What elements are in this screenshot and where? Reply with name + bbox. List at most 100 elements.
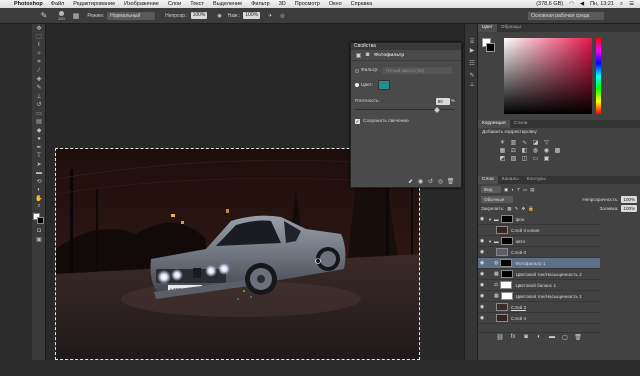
type-tool-icon[interactable]: T xyxy=(32,152,46,161)
marquee-tool-icon[interactable]: ⬚ xyxy=(32,33,46,42)
channel-mixer-icon[interactable]: ◉ xyxy=(542,146,551,154)
tab-swatches[interactable]: Образцы xyxy=(497,24,525,32)
layer-row[interactable]: Слой 3 копия xyxy=(478,225,600,236)
menu-image[interactable]: Изображение xyxy=(124,1,159,7)
delete-icon[interactable]: 🗑 xyxy=(446,177,455,185)
layer-row[interactable]: ◉ ▦ Цветовой тон/Насыщенность 1 xyxy=(478,291,600,302)
menu-type[interactable]: Текст xyxy=(190,1,204,7)
dodge-tool-icon[interactable]: ● xyxy=(32,135,46,144)
invert-icon[interactable]: ◩ xyxy=(498,154,507,162)
color-field[interactable] xyxy=(504,38,592,114)
lock-position-icon[interactable]: ✥ xyxy=(521,206,525,212)
layer-opacity-field[interactable]: 100% xyxy=(621,196,637,203)
wifi-icon[interactable]: ◠ xyxy=(569,1,574,7)
workspace-dropdown[interactable]: Основная рабочая среда xyxy=(528,11,604,20)
zoom-tool-icon[interactable]: ⌕ xyxy=(32,203,46,212)
tab-color[interactable]: Цвет xyxy=(478,24,497,32)
crop-tool-icon[interactable]: ⌗ xyxy=(32,58,46,67)
tab-layers[interactable]: Слои xyxy=(478,176,498,184)
clip-to-layer-icon[interactable]: ⬋ xyxy=(406,177,415,185)
link-layers-icon[interactable]: ⛓ xyxy=(496,333,505,341)
layer-row[interactable]: ◉ ▼ ▬ авто xyxy=(478,236,600,247)
blend-mode-dropdown[interactable]: Обычные xyxy=(481,196,513,203)
app-menu[interactable]: Photoshop xyxy=(14,1,43,7)
visibility-eye-icon[interactable]: ◉ xyxy=(478,315,486,321)
list-icon[interactable]: ☰ xyxy=(629,1,634,7)
filter-pixel-icon[interactable]: ▣ xyxy=(504,187,508,193)
path-select-tool-icon[interactable]: ➤ xyxy=(32,160,46,169)
layer-row[interactable]: ◉ ⚖ Цветовой баланс 1 xyxy=(478,280,600,291)
screen-mode-icon[interactable]: ▣ xyxy=(32,236,46,245)
gradient-tool-icon[interactable]: ▤ xyxy=(32,118,46,127)
menu-file[interactable]: Файл xyxy=(51,1,65,7)
menu-filter[interactable]: Фильтр xyxy=(251,1,269,7)
levels-icon[interactable]: ▥ xyxy=(509,138,518,146)
history-brush-tool-icon[interactable]: ↺ xyxy=(32,101,46,110)
pressure-opacity-icon[interactable]: ◉ xyxy=(217,13,221,19)
history-panel-icon[interactable]: ⌸ xyxy=(465,38,479,47)
layer-mask-thumb[interactable] xyxy=(500,215,513,223)
menu-help[interactable]: Справка xyxy=(351,1,373,7)
preserve-luminosity-checkbox[interactable]: ✓ xyxy=(355,119,360,124)
new-adjustment-icon[interactable]: ◐ xyxy=(535,333,544,341)
photo-filter-icon[interactable]: ◍ xyxy=(531,146,540,154)
add-mask-icon[interactable]: ◙ xyxy=(522,333,531,341)
camera-tool-icon[interactable]: ◐ xyxy=(32,186,46,195)
visibility-eye-icon[interactable]: ◉ xyxy=(478,260,486,266)
background-color[interactable] xyxy=(37,217,44,224)
search-icon[interactable]: ⌕ xyxy=(620,1,623,8)
threshold-icon[interactable]: ◫ xyxy=(520,154,529,162)
clock[interactable]: Пн, 13:21 xyxy=(590,1,614,7)
menu-select[interactable]: Выделение xyxy=(213,1,242,7)
color-balance-icon[interactable]: ⚖ xyxy=(509,146,518,154)
bg-color-chip[interactable] xyxy=(486,43,495,52)
curves-icon[interactable]: ∿ xyxy=(520,138,529,146)
visibility-eye-icon[interactable]: ◉ xyxy=(478,238,486,244)
move-tool-icon[interactable]: ✥ xyxy=(32,24,46,33)
layer-row[interactable]: ◉ Слой 4 xyxy=(478,313,600,324)
filter-smart-icon[interactable]: ▤ xyxy=(530,187,534,193)
layer-mask-thumb[interactable] xyxy=(500,259,513,267)
volume-icon[interactable]: ◀ xyxy=(580,1,584,7)
menu-edit[interactable]: Редактирование xyxy=(73,1,115,7)
mode-dropdown[interactable]: Нормальный xyxy=(107,11,156,20)
collapse-triangle-icon[interactable]: ▼ xyxy=(488,239,492,244)
stamp-tool-icon[interactable]: ⊥ xyxy=(32,92,46,101)
layer-row[interactable]: ◉ ▼ ▬ фон xyxy=(478,214,600,225)
black-white-icon[interactable]: ◧ xyxy=(520,146,529,154)
lock-all-icon[interactable]: 🔒 xyxy=(528,206,534,212)
brush-panel-icon[interactable]: ▦ xyxy=(73,12,80,20)
visibility-icon[interactable]: ◎ xyxy=(436,177,445,185)
clone-panel-icon[interactable]: ⊥ xyxy=(465,80,479,89)
new-layer-icon[interactable]: ▢ xyxy=(561,333,570,341)
visibility-eye-icon[interactable]: ◉ xyxy=(478,304,486,310)
flow-field[interactable]: 100% xyxy=(243,12,261,19)
layer-style-icon[interactable]: fx xyxy=(509,333,518,341)
layer-row[interactable]: ◉ Слой 3 xyxy=(478,302,600,313)
layer-row[interactable]: ◉ ▦ Цветовой тон/Насыщенность 2 xyxy=(478,269,600,280)
visibility-eye-icon[interactable]: ◉ xyxy=(478,271,486,277)
visibility-eye-icon[interactable]: ◉ xyxy=(478,293,486,299)
filter-radio[interactable] xyxy=(355,68,359,73)
3d-tool-icon[interactable]: ⟲ xyxy=(32,177,46,186)
properties-panel-icon[interactable]: ☷ xyxy=(465,59,479,68)
properties-title[interactable]: Свойства xyxy=(351,43,461,50)
eraser-tool-icon[interactable]: ▭ xyxy=(32,109,46,118)
pen-tool-icon[interactable]: ✒ xyxy=(32,143,46,152)
delete-layer-icon[interactable]: 🗑 xyxy=(574,333,583,341)
blur-tool-icon[interactable]: ◆ xyxy=(32,126,46,135)
quick-mask-icon[interactable]: ◘ xyxy=(32,227,46,236)
pressure-size-icon[interactable]: ◎ xyxy=(280,13,284,19)
menu-window[interactable]: Окно xyxy=(329,1,342,7)
menu-3d[interactable]: 3D xyxy=(279,1,286,7)
tab-channels[interactable]: Каналы xyxy=(498,176,523,184)
mask-icon[interactable]: ◙ xyxy=(363,51,372,59)
layer-row-selected[interactable]: ◉ ◍ Фотофильтр 1 xyxy=(478,258,600,269)
layer-mask-thumb[interactable] xyxy=(500,292,513,300)
eyedropper-tool-icon[interactable]: ⁄ xyxy=(32,67,46,76)
filter-shape-icon[interactable]: ▭ xyxy=(523,187,527,193)
density-slider[interactable] xyxy=(355,107,455,113)
brush-tool-icon[interactable]: ✎ xyxy=(36,11,52,20)
filter-color-swatch[interactable] xyxy=(378,80,391,90)
filter-dropdown[interactable]: Теплый фильтр (85) xyxy=(382,67,453,74)
